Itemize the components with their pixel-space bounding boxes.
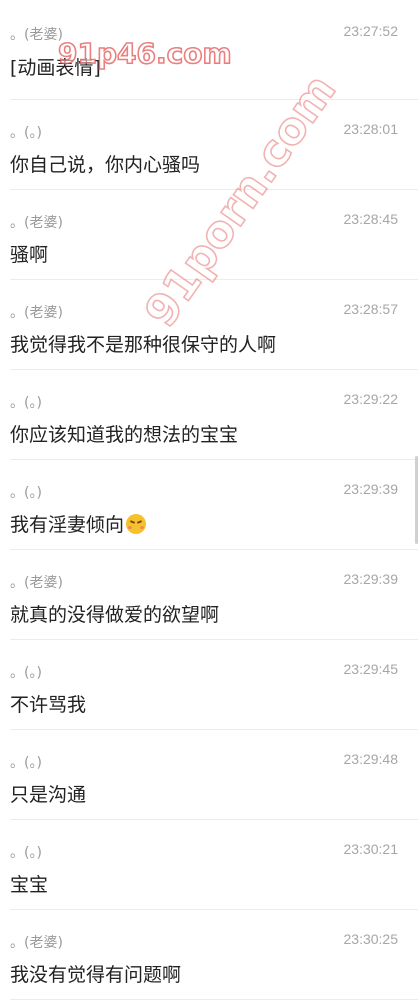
blushing-face-emoji bbox=[126, 514, 147, 534]
message-text: 只是沟通 bbox=[10, 780, 86, 807]
message-text: 我有淫妻倾向 bbox=[10, 510, 147, 537]
message-sender: 。(。) bbox=[10, 395, 42, 411]
message-text: 你自己说，你内心骚吗 bbox=[10, 150, 200, 177]
message-timestamp: 23:29:45 bbox=[343, 661, 399, 677]
message-sender: 。(老婆) bbox=[10, 27, 63, 43]
message-sender: 。(。) bbox=[10, 665, 42, 681]
message-text: 我觉得我不是那种很保守的人啊 bbox=[10, 330, 276, 357]
message-sender: 。(老婆) bbox=[10, 305, 63, 321]
message-timestamp: 23:28:57 bbox=[343, 301, 399, 317]
message-text-content: 我有淫妻倾向 bbox=[10, 514, 125, 536]
message-timestamp: 23:30:25 bbox=[343, 931, 399, 947]
message-text: 就真的没得做爱的欲望啊 bbox=[10, 600, 219, 627]
message-text-content: 我觉得我不是那种很保守的人啊 bbox=[10, 334, 277, 356]
message-row[interactable]: 。(。) 23:30:21 宝宝 bbox=[0, 820, 418, 910]
message-text: [动画表情] bbox=[10, 53, 101, 80]
message-text-content: 不许骂我 bbox=[10, 694, 87, 716]
message-text: 骚啊 bbox=[10, 240, 48, 267]
message-sender: 。(。) bbox=[10, 485, 42, 501]
message-text-content: 你应该知道我的想法的宝宝 bbox=[10, 424, 239, 446]
message-row[interactable]: 。(老婆) 23:28:57 我觉得我不是那种很保守的人啊 bbox=[0, 280, 418, 370]
message-sender: 。(老婆) bbox=[10, 935, 63, 951]
message-sender: 。(。) bbox=[10, 845, 42, 861]
message-row[interactable]: 。(。) 23:29:45 不许骂我 bbox=[0, 640, 418, 730]
chat-history-list[interactable]: 。(老婆) 23:27:52 [动画表情] 。(。) 23:28:01 你自己说，你内心骚… bbox=[0, 0, 418, 1000]
message-text-content: 就真的没得做爱的欲望啊 bbox=[10, 604, 220, 626]
message-row[interactable]: 。(。) 23:29:39 我有淫妻倾向 bbox=[0, 460, 418, 550]
message-timestamp: 23:29:22 bbox=[343, 391, 399, 407]
message-timestamp: 23:29:39 bbox=[343, 571, 399, 587]
message-timestamp: 23:27:52 bbox=[343, 23, 399, 39]
message-row[interactable]: 。(。) 23:29:22 你应该知道我的想法的宝宝 bbox=[0, 370, 418, 460]
message-sender: 。(老婆) bbox=[10, 215, 63, 231]
message-sender: 。(。) bbox=[10, 755, 42, 771]
message-timestamp: 23:28:01 bbox=[343, 121, 399, 137]
message-text-content: 只是沟通 bbox=[10, 784, 87, 806]
message-sender: 。(老婆) bbox=[10, 575, 63, 591]
message-text-content: 宝宝 bbox=[10, 874, 49, 896]
message-text: 我没有觉得有问题啊 bbox=[10, 960, 181, 987]
message-timestamp: 23:29:39 bbox=[343, 481, 399, 497]
message-text-content: 你自己说，你内心骚吗 bbox=[10, 154, 201, 176]
message-row[interactable]: 。(。) 23:28:01 你自己说，你内心骚吗 bbox=[0, 100, 418, 190]
message-text: 宝宝 bbox=[10, 870, 48, 897]
message-row[interactable]: 。(。) 23:29:48 只是沟通 bbox=[0, 730, 418, 820]
message-timestamp: 23:29:48 bbox=[343, 751, 399, 767]
message-row[interactable]: 。(老婆) 23:30:25 我没有觉得有问题啊 bbox=[0, 910, 418, 1000]
message-row[interactable]: 。(老婆) 23:27:52 [动画表情] bbox=[0, 0, 418, 100]
message-timestamp: 23:30:21 bbox=[343, 841, 399, 857]
message-sender: 。(。) bbox=[10, 125, 42, 141]
message-text-content: 骚啊 bbox=[10, 244, 49, 266]
message-row[interactable]: 。(老婆) 23:28:45 骚啊 bbox=[0, 190, 418, 280]
message-row[interactable]: 。(老婆) 23:29:39 就真的没得做爱的欲望啊 bbox=[0, 550, 418, 640]
message-text-content: 我没有觉得有问题啊 bbox=[10, 964, 182, 986]
message-text: 不许骂我 bbox=[10, 690, 86, 717]
message-text: 你应该知道我的想法的宝宝 bbox=[10, 420, 238, 447]
message-text-content: [动画表情] bbox=[10, 57, 101, 79]
message-timestamp: 23:28:45 bbox=[343, 211, 399, 227]
